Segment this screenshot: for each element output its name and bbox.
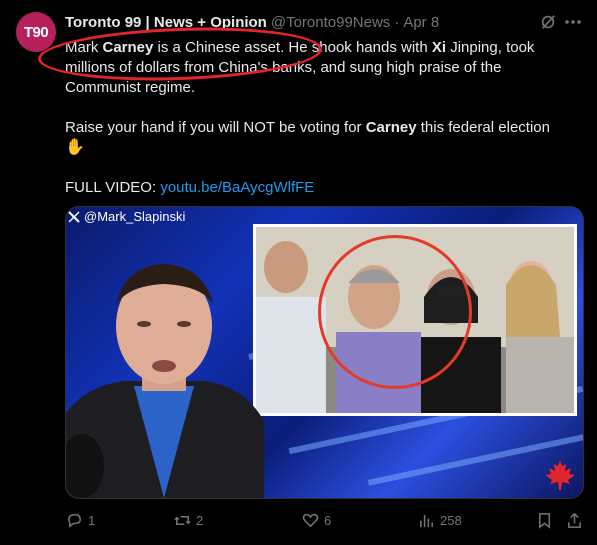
grok-icon[interactable] bbox=[539, 13, 557, 31]
heart-icon bbox=[302, 513, 319, 527]
presenter-figure bbox=[66, 264, 264, 498]
post-date[interactable]: Apr 8 bbox=[403, 14, 439, 31]
views-icon bbox=[420, 514, 433, 527]
x-logo-icon bbox=[68, 210, 80, 223]
author-handle[interactable]: @Toronto99News bbox=[271, 14, 390, 31]
tweet-paragraph-2: Raise your hand if you will NOT be votin… bbox=[65, 119, 550, 156]
like-button[interactable]: 6 bbox=[301, 509, 331, 531]
repost-icon bbox=[174, 515, 191, 525]
like-count: 6 bbox=[324, 512, 332, 528]
video-thumbnail[interactable]: @Mark_Slapinski bbox=[65, 206, 584, 499]
raised-hand-emoji: ✋ bbox=[65, 139, 85, 156]
tweet-header: Toronto 99 | News + Opinion @Toronto99Ne… bbox=[65, 11, 577, 33]
avatar[interactable]: T90 bbox=[16, 12, 56, 52]
tweet-paragraph-1: Mark Carney is a Chinese asset. He shook… bbox=[65, 39, 535, 96]
author-name[interactable]: Toronto 99 | News + Opinion bbox=[65, 14, 267, 31]
reply-count: 1 bbox=[88, 512, 96, 528]
video-link[interactable]: youtu.be/BaAycgWlfFE bbox=[160, 179, 314, 196]
bookmark-button[interactable] bbox=[535, 509, 554, 531]
repost-count: 2 bbox=[196, 512, 204, 528]
action-bar: 1 2 6 258 bbox=[65, 509, 585, 531]
video-watermark: @Mark_Slapinski bbox=[68, 209, 185, 224]
more-icon[interactable] bbox=[563, 13, 583, 31]
share-button[interactable] bbox=[565, 509, 584, 531]
separator: · bbox=[394, 13, 400, 31]
views-button[interactable]: 258 bbox=[417, 509, 462, 531]
bookmark-icon bbox=[538, 512, 551, 529]
reply-icon bbox=[68, 513, 81, 528]
share-icon bbox=[568, 512, 581, 528]
reply-button[interactable]: 1 bbox=[65, 509, 95, 531]
inset-photo bbox=[253, 224, 577, 416]
tweet-text: Mark Carney is a Chinese asset. He shook… bbox=[65, 38, 570, 198]
tweet[interactable]: T90 Toronto 99 | News + Opinion @Toronto… bbox=[0, 0, 597, 545]
maple-leaf-icon bbox=[545, 460, 575, 490]
view-count: 258 bbox=[440, 512, 462, 528]
watermark-text: @Mark_Slapinski bbox=[84, 209, 186, 224]
repost-button[interactable]: 2 bbox=[173, 509, 203, 531]
avatar-text: T90 bbox=[23, 23, 49, 41]
inset-red-circle bbox=[318, 235, 472, 389]
tweet-paragraph-3: FULL VIDEO: youtu.be/BaAycgWlfFE bbox=[65, 179, 315, 196]
